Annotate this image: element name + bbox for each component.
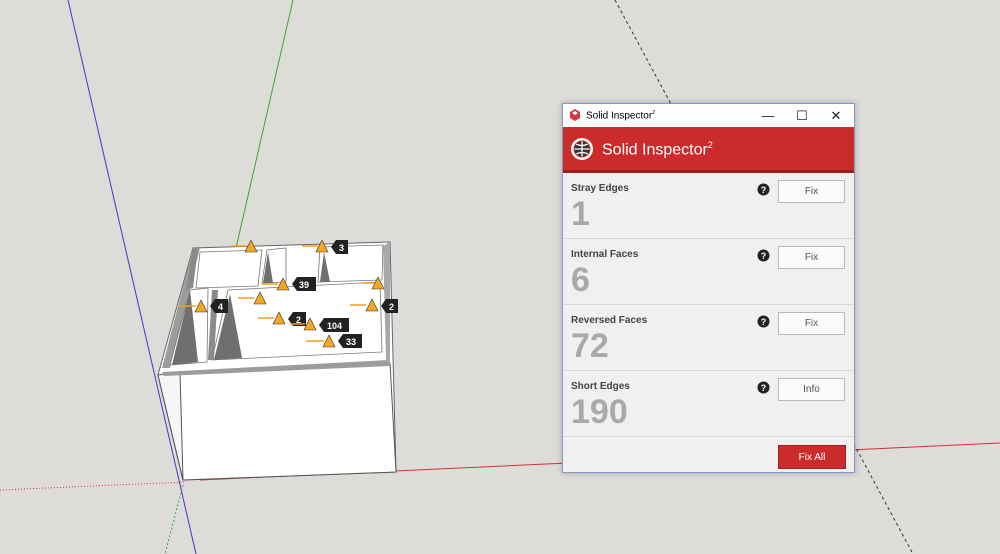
info-short-edges-button[interactable]: Info — [778, 378, 845, 401]
section-label: Short Edges — [571, 381, 630, 392]
minimize-button[interactable]: — — [751, 104, 785, 127]
section-count: 6 — [571, 261, 590, 299]
help-icon[interactable]: ? — [757, 315, 770, 328]
window-titlebar[interactable]: Solid Inspector2 — ☐ ✕ — [563, 104, 854, 127]
maximize-button[interactable]: ☐ — [785, 104, 819, 127]
green-axis — [235, 0, 294, 249]
section-short-edges: Short Edges 190 ? Info — [563, 371, 854, 437]
section-label: Reversed Faces — [571, 315, 648, 326]
marker-count: 2 — [389, 302, 394, 312]
section-count: 1 — [571, 195, 590, 233]
marker-count: 104 — [327, 321, 342, 331]
fix-internal-faces-button[interactable]: Fix — [778, 246, 845, 269]
globe-logo-icon — [571, 138, 593, 160]
red-axis-hidden — [0, 481, 186, 491]
solid-inspector-window: Solid Inspector2 — ☐ ✕ Solid Inspector2 … — [562, 103, 855, 473]
window-title: Solid Inspector2 — [586, 110, 656, 122]
section-stray-edges: Stray Edges 1 ? Fix — [563, 173, 854, 239]
section-count: 72 — [571, 327, 609, 365]
fix-stray-edges-button[interactable]: Fix — [778, 180, 845, 203]
marker-count: 4 — [218, 302, 223, 312]
building-model[interactable] — [157, 241, 397, 481]
dialog-footer: Fix All — [563, 437, 854, 477]
marker-count: 3 — [339, 243, 344, 253]
svg-text:?: ? — [761, 185, 767, 195]
help-icon[interactable]: ? — [757, 381, 770, 394]
svg-text:?: ? — [761, 251, 767, 261]
marker-count: 33 — [346, 337, 356, 347]
section-internal-faces: Internal Faces 6 ? Fix — [563, 239, 854, 305]
fix-reversed-faces-button[interactable]: Fix — [778, 312, 845, 335]
inspector-header: Solid Inspector2 — [563, 127, 854, 173]
section-label: Internal Faces — [571, 249, 639, 260]
fix-all-button[interactable]: Fix All — [778, 445, 846, 469]
green-axis-hidden — [164, 484, 184, 554]
close-button[interactable]: ✕ — [819, 104, 853, 127]
section-reversed-faces: Reversed Faces 72 ? Fix — [563, 305, 854, 371]
marker-count: 39 — [299, 280, 309, 290]
sketchup-app-icon — [570, 109, 580, 121]
section-count: 190 — [571, 393, 628, 431]
svg-text:?: ? — [761, 383, 767, 393]
blue-axis — [67, 0, 197, 554]
section-label: Stray Edges — [571, 183, 629, 194]
svg-text:?: ? — [761, 317, 767, 327]
help-icon[interactable]: ? — [757, 183, 770, 196]
help-icon[interactable]: ? — [757, 249, 770, 262]
inspector-title: Solid Inspector2 — [602, 140, 713, 159]
